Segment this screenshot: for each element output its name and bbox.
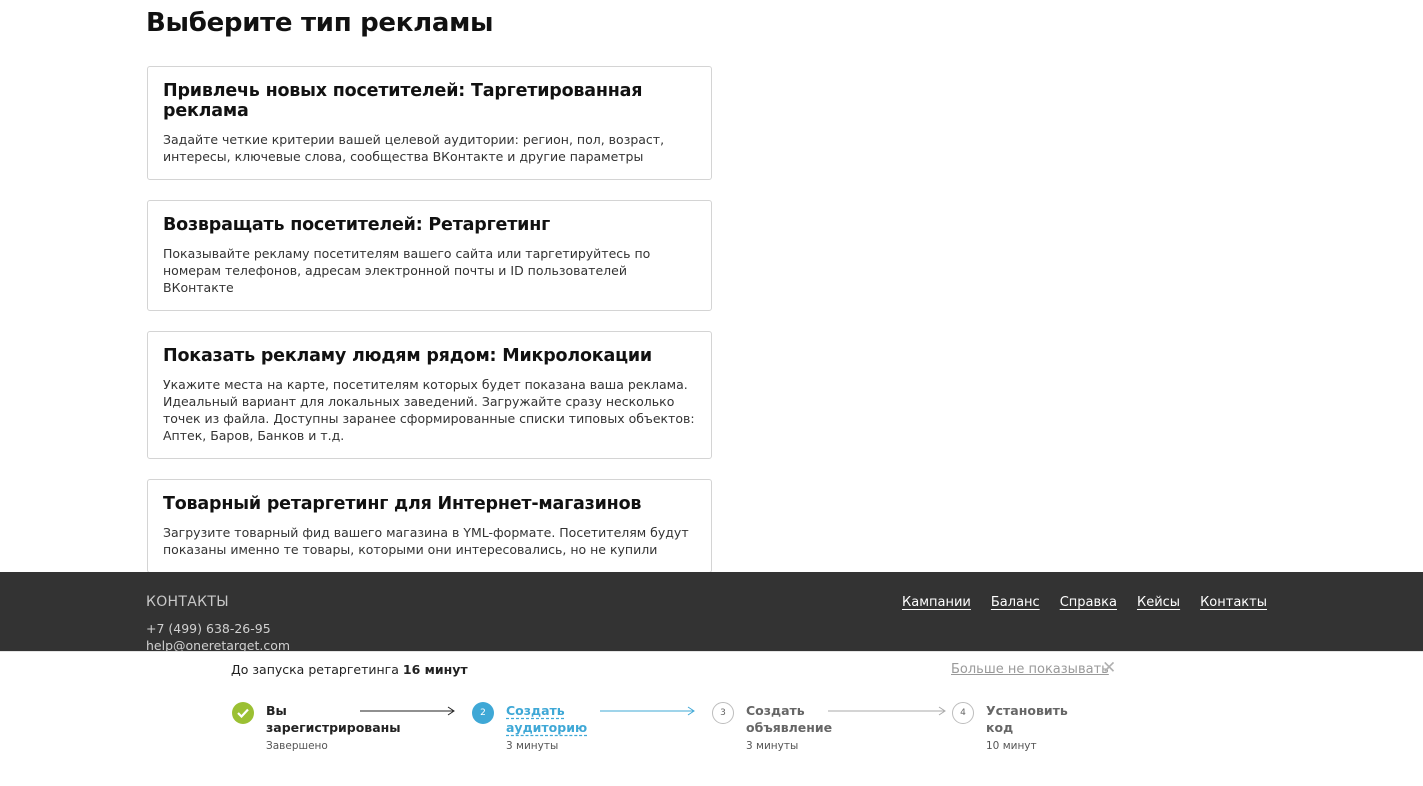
step-title: Вы зарегистрированы	[266, 703, 401, 735]
ad-type-card-microlocations[interactable]: Показать рекламу людям рядом: Микролокац…	[147, 331, 712, 459]
step-number-badge: 2	[472, 702, 494, 724]
card-title: Показать рекламу людям рядом: Микролокац…	[163, 346, 652, 366]
step-number-badge: 4	[952, 702, 974, 724]
card-description: Укажите места на карте, посетителям кото…	[163, 377, 695, 443]
card-description: Показывайте рекламу посетителям вашего с…	[163, 246, 651, 295]
countdown-prefix: До запуска ретаргетинга	[231, 662, 399, 677]
countdown-value: 16 минут	[402, 662, 468, 677]
step-subtitle: 3 минуты	[506, 740, 559, 752]
step-subtitle: Завершено	[266, 740, 328, 752]
footer-phone: +7 (499) 638-26-95	[146, 621, 271, 636]
onboarding-panel: До запуска ретаргетинга 16 минут Больше …	[0, 651, 1423, 786]
step-title: Создать объявление	[746, 703, 833, 735]
step-subtitle: 3 минуты	[746, 740, 799, 752]
page-title: Выберите тип рекламы	[146, 8, 494, 38]
ad-type-card-retargeting[interactable]: Возвращать посетителей: Ретаргетинг Пока…	[147, 200, 712, 311]
footer-link-campaigns[interactable]: Кампании	[902, 595, 971, 610]
card-description: Загрузите товарный фид вашего магазина в…	[163, 525, 689, 557]
ad-type-list: Привлечь новых посетителей: Таргетирован…	[147, 66, 712, 593]
card-title: Возвращать посетителей: Ретаргетинг	[163, 215, 551, 235]
step-number-badge: 3	[712, 702, 734, 724]
create-audience-link[interactable]: Создать аудиторию	[506, 702, 626, 736]
countdown-text: До запуска ретаргетинга 16 минут	[231, 662, 468, 677]
step-title: Установить код	[986, 703, 1068, 735]
footer-contacts-heading: КОНТАКТЫ	[146, 594, 229, 610]
card-description: Задайте четкие критерии вашей целевой ау…	[163, 132, 665, 164]
step-subtitle: 10 минут	[986, 740, 1037, 752]
card-title: Привлечь новых посетителей: Таргетирован…	[163, 81, 643, 121]
footer-link-cases[interactable]: Кейсы	[1137, 595, 1180, 610]
checkmark-icon	[232, 702, 254, 724]
ad-type-card-product-retargeting[interactable]: Товарный ретаргетинг для Интернет-магази…	[147, 479, 712, 573]
footer: КОНТАКТЫ +7 (499) 638-26-95 help@onereta…	[0, 572, 1423, 653]
footer-nav: Кампании Баланс Справка Кейсы Контакты	[902, 595, 1267, 610]
card-title: Товарный ретаргетинг для Интернет-магази…	[163, 494, 642, 514]
dont-show-again-link[interactable]: Больше не показывать	[951, 662, 1109, 677]
footer-link-contacts[interactable]: Контакты	[1200, 595, 1267, 610]
ad-type-card-targeted[interactable]: Привлечь новых посетителей: Таргетирован…	[147, 66, 712, 180]
footer-link-balance[interactable]: Баланс	[991, 595, 1040, 610]
footer-link-help[interactable]: Справка	[1060, 595, 1117, 610]
close-icon[interactable]: ✕	[1102, 658, 1116, 678]
